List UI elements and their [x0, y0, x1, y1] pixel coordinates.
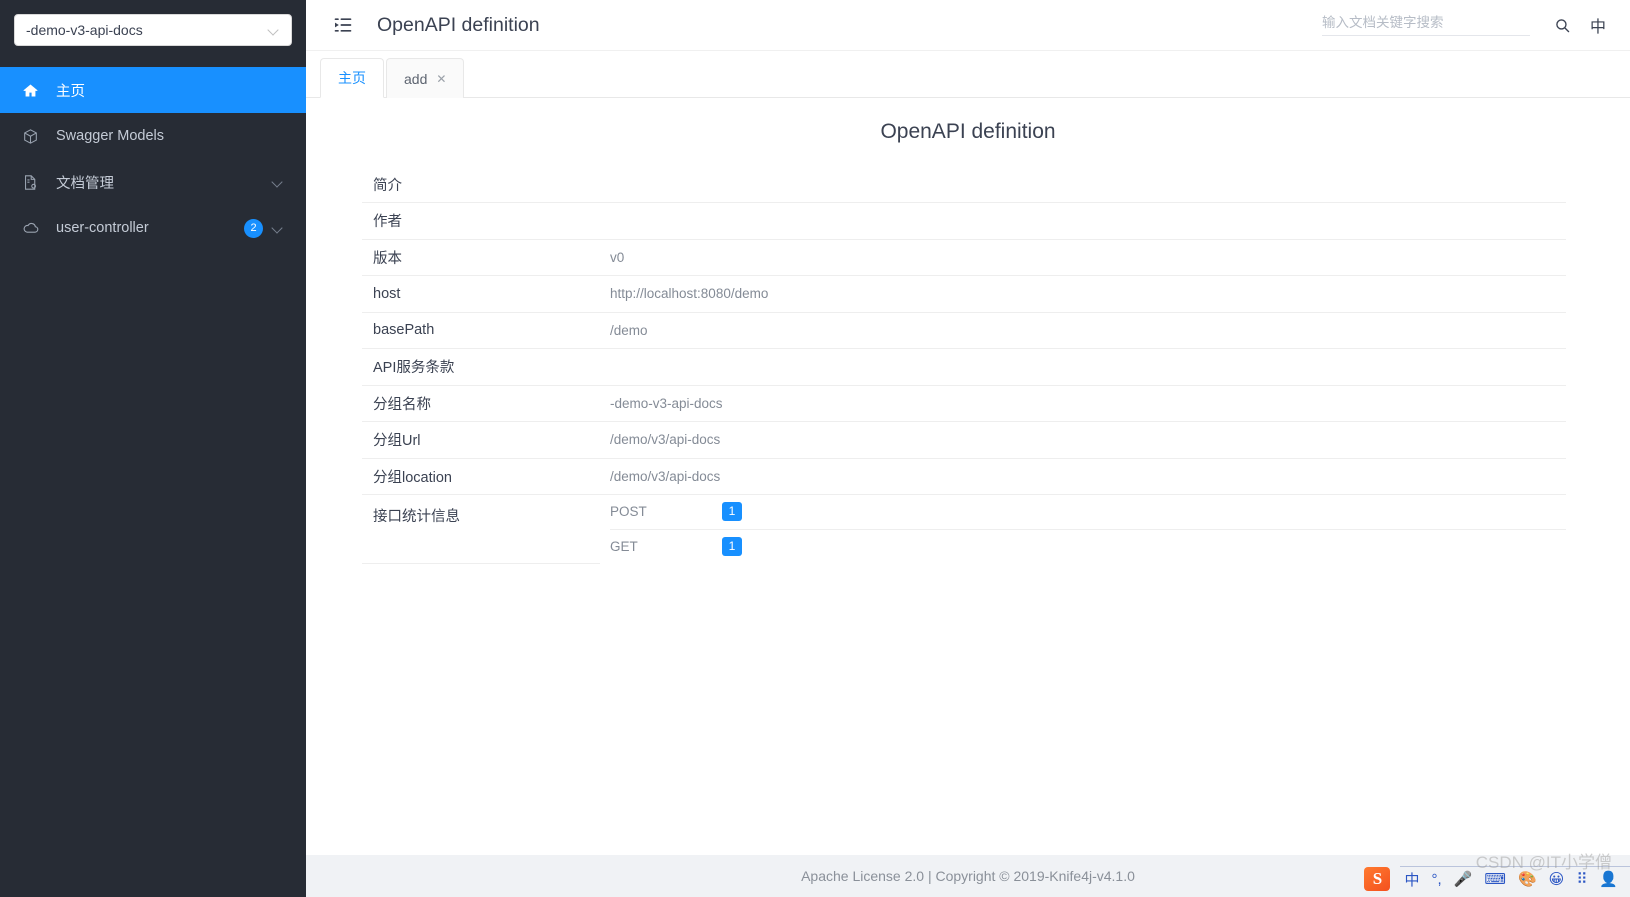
cloud-icon: [22, 219, 42, 237]
main-area: OpenAPI definition 中 主页 add: [306, 0, 1630, 897]
page-title: OpenAPI definition: [377, 13, 540, 36]
row-key: 分组名称: [362, 385, 600, 422]
ime-soft-keyboard[interactable]: ⌨: [1484, 868, 1506, 890]
table-row: 版本 v0: [362, 239, 1566, 276]
menu-fold-icon[interactable]: [331, 13, 355, 37]
row-value: /demo/v3/api-docs: [600, 421, 1566, 459]
ime-punctuation[interactable]: °,: [1431, 868, 1441, 890]
ime-skin[interactable]: 🎨: [1518, 868, 1537, 890]
count-badge: 1: [722, 502, 742, 522]
sogou-ime-toolbar: S 中 °, 🎤 ⌨ 🎨 😀 ⠿ 👤: [1354, 861, 1630, 897]
sidebar-item-label: Swagger Models: [56, 128, 164, 144]
chevron-down-icon: [268, 24, 280, 36]
sogou-logo-icon[interactable]: S: [1364, 867, 1391, 891]
footer-text: Apache License 2.0 | Copyright © 2019-Kn…: [801, 868, 1135, 884]
sidebar-item-badge: 2: [244, 218, 263, 238]
ime-voice-input[interactable]: 🎤: [1454, 868, 1473, 890]
topbar: OpenAPI definition 中: [306, 0, 1630, 51]
tab-add[interactable]: add ✕: [386, 58, 465, 98]
ime-chinese-mode[interactable]: 中: [1404, 868, 1419, 890]
row-value: -demo-v3-api-docs: [600, 385, 1566, 422]
sidebar: -demo-v3-api-docs 主页 Swagger Models 文档管理…: [0, 0, 306, 897]
tab-bar: 主页 add ✕: [306, 51, 1630, 98]
sidebar-item-swagger-models[interactable]: Swagger Models: [0, 113, 306, 159]
chevron-down-icon[interactable]: [273, 177, 284, 188]
http-method-count-cell: 1: [722, 529, 1566, 563]
count-badge: 1: [722, 536, 742, 556]
table-row: 分组名称 -demo-v3-api-docs: [362, 385, 1566, 422]
cube-icon: [22, 128, 42, 145]
row-value: [600, 202, 1566, 240]
http-method-count-cell: 1: [722, 495, 1566, 530]
row-key: 分组Url: [362, 421, 600, 459]
http-method-label: POST: [610, 495, 722, 530]
row-value: /demo: [600, 312, 1566, 349]
sidebar-item-label: 文档管理: [56, 175, 114, 192]
knife4j-app: -demo-v3-api-docs 主页 Swagger Models 文档管理…: [0, 0, 1630, 897]
table-row: basePath /demo: [362, 312, 1566, 349]
row-key: 接口统计信息: [362, 494, 600, 564]
row-key: 分组location: [362, 458, 600, 495]
search-icon[interactable]: [1548, 10, 1578, 40]
ime-emoji[interactable]: 😀: [1549, 868, 1565, 890]
search-box: [1321, 14, 1530, 36]
language-switch-button[interactable]: 中: [1584, 13, 1612, 37]
method-statistics-table: POST 1 GET 1: [610, 495, 1566, 563]
table-row-statistics: 接口统计信息 POST 1 GET 1: [362, 494, 1566, 564]
table-row: 分组location /demo/v3/api-docs: [362, 458, 1566, 495]
doc-title: OpenAPI definition: [880, 120, 1056, 143]
table-row: API服务条款: [362, 348, 1566, 386]
api-info-table: 简介 作者 版本 v0 host http://localhost:8080/d…: [362, 166, 1566, 564]
row-value: [600, 166, 1566, 203]
row-key: 版本: [362, 239, 600, 276]
home-icon: [22, 82, 42, 99]
table-row: 分组Url /demo/v3/api-docs: [362, 421, 1566, 459]
sidebar-item-document-management[interactable]: 文档管理: [0, 159, 306, 205]
table-row: 简介: [362, 166, 1566, 203]
statistics-row: GET 1: [610, 529, 1566, 563]
row-value-statistics: POST 1 GET 1: [600, 495, 1566, 564]
content-scroll-area[interactable]: OpenAPI definition 简介 作者 版本 v0 host http…: [306, 98, 1630, 855]
row-value: http://localhost:8080/demo: [600, 275, 1566, 313]
table-row: host http://localhost:8080/demo: [362, 275, 1566, 313]
api-group-select[interactable]: -demo-v3-api-docs: [14, 14, 292, 46]
topbar-actions: 中: [1321, 10, 1630, 40]
row-key: 作者: [362, 202, 600, 240]
search-input[interactable]: [1321, 15, 1530, 30]
tab-home[interactable]: 主页: [320, 58, 384, 98]
group-select-container: -demo-v3-api-docs: [0, 0, 306, 60]
sidebar-item-label: 主页: [56, 83, 85, 100]
row-key: basePath: [362, 312, 600, 349]
api-group-select-value: -demo-v3-api-docs: [26, 22, 143, 38]
statistics-row: POST 1: [610, 495, 1566, 530]
table-row: 作者: [362, 202, 1566, 240]
sidebar-item-label: user-controller: [56, 220, 149, 236]
row-key: host: [362, 275, 600, 313]
row-key: 简介: [362, 166, 600, 203]
row-key: API服务条款: [362, 348, 600, 386]
row-value: /demo/v3/api-docs: [600, 458, 1566, 495]
sidebar-item-home[interactable]: 主页: [0, 67, 306, 113]
row-value: [600, 348, 1566, 386]
http-method-label: GET: [610, 538, 638, 554]
tab-label: add: [404, 70, 428, 87]
ime-account[interactable]: 👤: [1599, 868, 1618, 890]
close-icon[interactable]: ✕: [436, 73, 446, 85]
document-settings-icon: [22, 174, 42, 191]
sidebar-menu: 主页 Swagger Models 文档管理 user-controller 2: [0, 67, 306, 251]
tab-label: 主页: [338, 70, 366, 86]
row-value: v0: [600, 239, 1566, 276]
sidebar-item-user-controller[interactable]: user-controller 2: [0, 205, 306, 251]
chevron-down-icon[interactable]: [273, 223, 284, 234]
ime-toolbox[interactable]: ⠿: [1576, 868, 1587, 890]
